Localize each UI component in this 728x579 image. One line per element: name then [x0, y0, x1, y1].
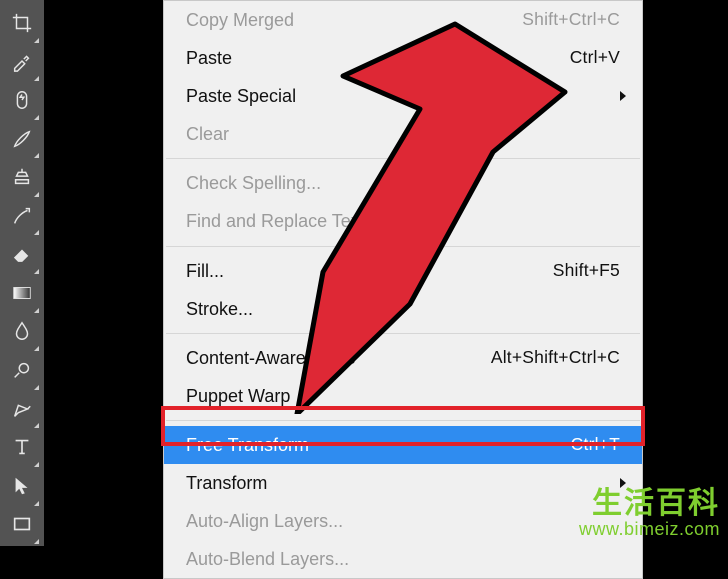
- eyedropper-icon: [11, 50, 33, 77]
- menu-item-shortcut: Ctrl+T: [571, 432, 620, 457]
- menu-item-shortcut: Alt+Shift+Ctrl+C: [491, 345, 620, 370]
- menu-item-clear: Clear: [164, 115, 642, 153]
- dodge-tool[interactable]: [4, 354, 40, 391]
- menu-item-label: Copy Merged: [186, 7, 522, 33]
- menu-item-label: Paste: [186, 45, 570, 71]
- tools-toolbar: [0, 0, 44, 546]
- gradient-icon: [11, 282, 33, 309]
- dodge-icon: [11, 359, 33, 386]
- menu-item-shortcut: Shift+F5: [553, 258, 620, 283]
- menu-item-auto-align-layers: Auto-Align Layers...: [164, 502, 642, 540]
- menu-item-label: Stroke...: [186, 296, 620, 322]
- menu-separator: [166, 158, 640, 159]
- brush-tool[interactable]: [4, 123, 40, 160]
- menu-item-label: Fill...: [186, 258, 553, 284]
- menu-separator: [166, 333, 640, 334]
- menu-item-paste-special[interactable]: Paste Special: [164, 77, 642, 115]
- history-brush-icon: [11, 205, 33, 232]
- menu-item-label: Auto-Blend Layers...: [186, 546, 620, 572]
- menu-item-label: Clear: [186, 121, 620, 147]
- clone-stamp-tool[interactable]: [4, 161, 40, 198]
- menu-item-shortcut: Ctrl+V: [570, 45, 620, 70]
- crop-tool[interactable]: [4, 7, 40, 44]
- menu-item-label: Puppet Warp: [186, 383, 620, 409]
- menu-item-transform[interactable]: Transform: [164, 464, 642, 502]
- eraser-tool[interactable]: [4, 238, 40, 275]
- healing-brush-icon: [11, 89, 33, 116]
- menu-item-check-spelling: Check Spelling...: [164, 164, 642, 202]
- menu-item-fill[interactable]: Fill...Shift+F5: [164, 252, 642, 290]
- menu-item-free-transform[interactable]: Free TransformCtrl+T: [164, 426, 642, 464]
- menu-item-label: Paste Special: [186, 83, 612, 109]
- menu-item-label: Free Transform: [186, 432, 571, 458]
- blur-icon: [11, 320, 33, 347]
- menu-item-label: Auto-Align Layers...: [186, 508, 620, 534]
- gradient-tool[interactable]: [4, 277, 40, 314]
- rectangle-icon: [11, 513, 33, 540]
- menu-item-label: Content-Aware Scale: [186, 345, 491, 371]
- blur-tool[interactable]: [4, 316, 40, 353]
- menu-separator: [166, 246, 640, 247]
- eraser-icon: [11, 243, 33, 270]
- path-selection-icon: [11, 475, 33, 502]
- clone-stamp-icon: [11, 166, 33, 193]
- menu-item-shortcut: Shift+Ctrl+C: [522, 7, 620, 32]
- submenu-arrow-icon: [620, 91, 626, 101]
- healing-brush-tool[interactable]: [4, 84, 40, 121]
- edit-menu-dropdown: Copy MergedShift+Ctrl+CPasteCtrl+VPaste …: [163, 0, 643, 579]
- menu-item-find-and-replace-text: Find and Replace Text...: [164, 202, 642, 240]
- menu-item-label: Check Spelling...: [186, 170, 620, 196]
- menu-item-content-aware-scale[interactable]: Content-Aware ScaleAlt+Shift+Ctrl+C: [164, 339, 642, 377]
- path-selection-tool[interactable]: [4, 470, 40, 507]
- rectangle-tool[interactable]: [4, 509, 40, 546]
- menu-item-copy-merged: Copy MergedShift+Ctrl+C: [164, 1, 642, 39]
- menu-item-stroke[interactable]: Stroke...: [164, 290, 642, 328]
- eyedropper-tool[interactable]: [4, 46, 40, 83]
- menu-item-puppet-warp[interactable]: Puppet Warp: [164, 377, 642, 415]
- pen-icon: [11, 398, 33, 425]
- type-icon: [11, 436, 33, 463]
- menu-item-label: Find and Replace Text...: [186, 208, 620, 234]
- pen-tool[interactable]: [4, 393, 40, 430]
- history-brush-tool[interactable]: [4, 200, 40, 237]
- menu-item-paste[interactable]: PasteCtrl+V: [164, 39, 642, 77]
- menu-item-label: Transform: [186, 470, 612, 496]
- crop-icon: [11, 12, 33, 39]
- menu-separator: [166, 420, 640, 421]
- submenu-arrow-icon: [620, 478, 626, 488]
- type-tool[interactable]: [4, 431, 40, 468]
- brush-icon: [11, 128, 33, 155]
